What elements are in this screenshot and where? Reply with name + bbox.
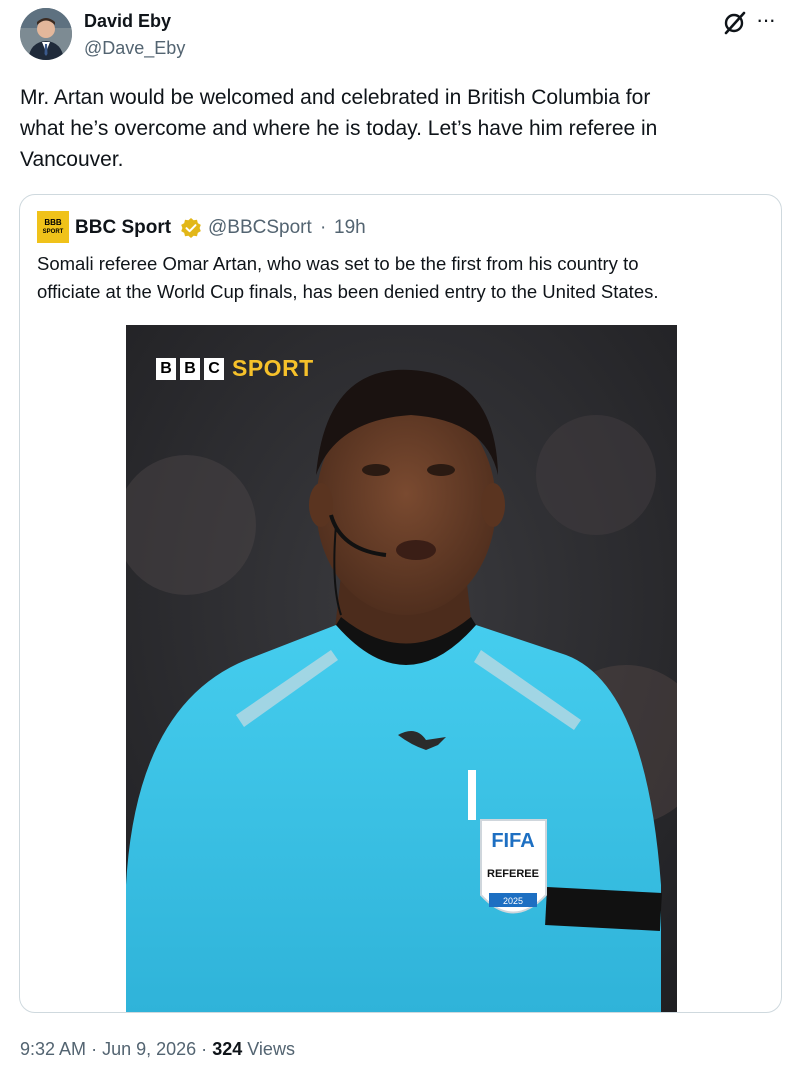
grok-icon[interactable]	[722, 10, 748, 36]
quoted-tweet-text: Somali referee Omar Artan, who was set t…	[37, 253, 659, 302]
bbc-sport-watermark: B B C SPORT	[156, 355, 314, 382]
watermark-letter-1: B	[156, 357, 176, 380]
watermark-letter-2: B	[180, 357, 200, 380]
avatar-photo	[20, 8, 72, 60]
fifa-badge-line2: REFEREE	[487, 868, 539, 880]
more-options-icon[interactable]: ···	[756, 7, 782, 36]
quoted-separator: ·	[320, 217, 327, 238]
logo-top-text: BBB	[44, 218, 62, 227]
footer-separator-1: ·	[91, 1039, 98, 1059]
quoted-media-photo[interactable]: FIFA REFEREE 2025 B B C SPORT	[126, 325, 677, 1012]
fifa-badge-line1: FIFA	[491, 830, 534, 852]
author-name[interactable]: David Eby	[84, 10, 171, 32]
fifa-badge-line3: 2025	[503, 896, 523, 906]
post-date[interactable]: Jun 9, 2026	[102, 1039, 196, 1059]
more-glyph: ···	[756, 7, 776, 32]
quoted-tweet-card[interactable]: BBB SPORT BBC Sport @BBCSport · 19h Soma…	[19, 194, 782, 1013]
quoted-author-name[interactable]: BBC Sport	[75, 216, 171, 240]
author-handle[interactable]: @Dave_Eby	[84, 37, 185, 59]
tweet-metadata: 9:32 AM · Jun 9, 2026 · 324 Views	[20, 1037, 295, 1061]
logo-bottom-text: SPORT	[43, 229, 64, 235]
watermark-sport-text: SPORT	[232, 355, 314, 381]
quoted-author-handle[interactable]: @BBCSport	[208, 216, 312, 240]
views-count: 324	[212, 1039, 243, 1059]
bbc-sport-logo-icon[interactable]: BBB SPORT	[37, 211, 69, 243]
quoted-timestamp[interactable]: 19h	[334, 216, 366, 240]
tweet-text: Mr. Artan would be welcomed and celebrat…	[20, 86, 658, 171]
watermark-letter-3: C	[204, 357, 224, 380]
referee-photo: FIFA REFEREE 2025	[126, 325, 677, 1012]
views-label: Views	[247, 1039, 295, 1059]
author-avatar[interactable]	[20, 8, 72, 60]
footer-separator-2: ·	[201, 1039, 208, 1059]
verified-badge-icon	[180, 217, 202, 239]
post-time[interactable]: 9:32 AM	[20, 1039, 86, 1059]
